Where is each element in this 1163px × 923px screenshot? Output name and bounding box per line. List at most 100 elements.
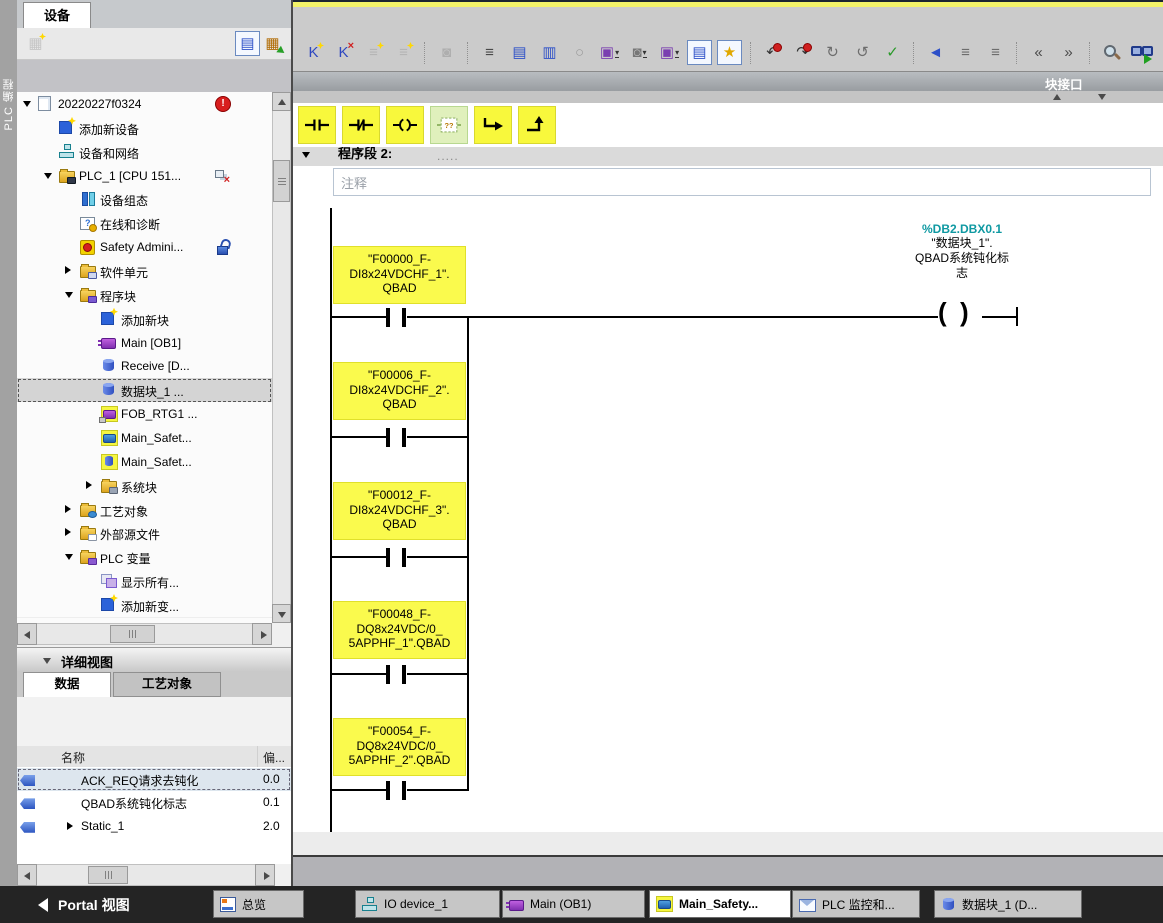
detail-row-1[interactable]: QBAD系统钝化标志0.1 — [17, 791, 291, 814]
tree-item-14[interactable]: Main_Safet... — [17, 426, 272, 451]
tree-item-9[interactable]: 添加新块 — [17, 307, 272, 332]
coil-operand-label[interactable]: %DB2.DBX0.1 "数据块_1". QBAD系统钝化标 志 — [863, 222, 1061, 281]
consistency-check-icon[interactable]: ✓ — [880, 40, 905, 65]
tree-vertical-scroll-thumb[interactable] — [273, 160, 290, 202]
tree-expander-icon[interactable] — [65, 266, 71, 274]
delete-network-icon[interactable]: K× — [331, 40, 356, 65]
taskbar-item-3[interactable]: Main_Safety... — [649, 890, 791, 918]
details-view-toggle-icon[interactable]: ▤ — [235, 31, 260, 56]
favorite-close-branch-button[interactable] — [518, 106, 556, 144]
tree-item-3[interactable]: PLC_1 [CPU 151... — [17, 164, 272, 189]
insert-row-icon[interactable]: ≡ — [361, 40, 386, 65]
block-interface-bar[interactable]: 块接口 — [293, 71, 1163, 92]
detail-row-2[interactable]: Static_12.0 — [17, 815, 291, 838]
tree-horizontal-scroll-thumb[interactable] — [110, 625, 155, 643]
row-expander-icon[interactable] — [67, 822, 73, 830]
tree-item-7[interactable]: 软件单元 — [17, 259, 272, 284]
contact-symbol[interactable] — [402, 548, 406, 567]
taskbar-item-0[interactable]: 总览 — [213, 890, 304, 918]
contact-symbol[interactable] — [402, 781, 406, 800]
favorite-empty-box-button[interactable]: ?? — [430, 106, 468, 144]
show-symbolic-operands-icon[interactable]: ▣▾ — [657, 40, 682, 65]
call-structure-icon[interactable]: ≡ — [953, 40, 978, 65]
tree-item-13[interactable]: FOB_RTG1 ... — [17, 402, 272, 427]
tree-item-18[interactable]: 外部源文件 — [17, 521, 272, 546]
keep-actual-values-icon[interactable]: ◙ — [434, 40, 459, 65]
tree-item-19[interactable]: PLC 变量 — [17, 545, 272, 570]
module-labeling-export-icon[interactable]: ▦ — [260, 31, 285, 56]
tree-item-0[interactable]: 20220227f0324! — [17, 92, 272, 117]
contact-symbol[interactable] — [402, 428, 406, 447]
splitter-up-icon[interactable] — [1053, 94, 1061, 100]
tree-item-17[interactable]: 工艺对象 — [17, 498, 272, 523]
tree-item-5[interactable]: 在线和诊断 — [17, 211, 272, 236]
taskbar-item-4[interactable]: PLC 监控和... — [792, 890, 920, 918]
show-absolute-operands-icon[interactable]: ▣▾ — [597, 40, 622, 65]
favorite-nc-contact-button[interactable] — [342, 106, 380, 144]
contact-symbol[interactable] — [386, 665, 390, 684]
go-to-next-error-icon[interactable]: ↷ — [790, 40, 815, 65]
portal-view-button[interactable]: Portal 视图 — [58, 895, 130, 915]
tree-item-8[interactable]: 程序块 — [17, 283, 272, 308]
tree-expander-icon[interactable] — [23, 101, 31, 107]
taskbar-item-5[interactable]: 数据块_1 (D... — [934, 890, 1082, 918]
operand-box-1[interactable]: "F00006_F- DI8x24VDCHF_2". QBAD — [333, 362, 466, 420]
tree-expander-icon[interactable] — [65, 292, 73, 298]
tree-item-20[interactable]: 显示所有... — [17, 569, 272, 594]
contact-symbol[interactable] — [402, 308, 406, 327]
show-favorites-icon[interactable]: ▤ — [687, 40, 712, 65]
insert-network-icon[interactable]: K — [301, 40, 326, 65]
network-collapse-icon[interactable] — [302, 152, 310, 158]
tree-scroll-down-button[interactable] — [272, 604, 291, 623]
expand-all-networks-icon[interactable]: ≡ — [477, 40, 502, 65]
navigate-backward-icon[interactable]: « — [1026, 40, 1051, 65]
show-comments-icon[interactable]: ○ — [567, 40, 592, 65]
tree-item-12[interactable]: 数据块_1 ... — [17, 378, 272, 403]
taskbar-item-1[interactable]: IO device_1 — [355, 890, 500, 918]
tree-item-21[interactable]: 添加新变... — [17, 593, 272, 618]
tree-expander-icon[interactable] — [44, 173, 52, 179]
tree-expander-icon[interactable] — [86, 481, 92, 489]
network-comment-box[interactable] — [333, 168, 1151, 196]
synchronize-block-icon[interactable]: ↺ — [850, 40, 875, 65]
contact-symbol[interactable] — [386, 308, 390, 327]
insert-column-icon[interactable]: ≡ — [391, 40, 416, 65]
tree-scroll-up-button[interactable] — [272, 92, 291, 111]
edit-favorites-icon[interactable]: ★ — [717, 40, 742, 65]
monitoring-glasses-icon[interactable] — [1129, 40, 1154, 65]
contact-symbol[interactable] — [386, 781, 390, 800]
find-replace-icon[interactable] — [1099, 40, 1124, 65]
coil-symbol[interactable]: ( — [938, 299, 947, 325]
tab-devices[interactable]: 设备 — [23, 2, 91, 29]
operand-box-0[interactable]: "F00000_F- DI8x24VDCHF_1". QBAD — [333, 246, 466, 304]
detail-scroll-left-button[interactable] — [17, 864, 37, 886]
tree-item-2[interactable]: 设备和网络 — [17, 140, 272, 165]
tree-item-15[interactable]: Main_Safet... — [17, 450, 272, 475]
contact-symbol[interactable] — [386, 428, 390, 447]
tree-item-10[interactable]: Main [OB1] — [17, 331, 272, 356]
tree-item-11[interactable]: Receive [D... — [17, 354, 272, 379]
detail-row-0[interactable]: ACK_REQ请求去钝化0.0 — [17, 768, 291, 791]
tab-data[interactable]: 数据 — [23, 672, 111, 697]
operand-box-4[interactable]: "F00054_F- DQ8x24VDC/0_ 5APPHF_2".QBAD — [333, 718, 466, 776]
tab-technology-objects[interactable]: 工艺对象 — [113, 672, 221, 697]
operand-box-2[interactable]: "F00012_F- DI8x24VDCHF_3". QBAD — [333, 482, 466, 540]
column-offset[interactable]: 偏... — [263, 749, 285, 766]
tree-expander-icon[interactable] — [65, 554, 73, 560]
show-operand-comments-icon[interactable]: ◙▾ — [627, 40, 652, 65]
detail-scroll-right-button[interactable] — [255, 864, 275, 886]
tree-scroll-left-button[interactable] — [17, 623, 37, 645]
favorite-open-branch-button[interactable] — [474, 106, 512, 144]
go-to-previous-error-icon[interactable]: ↶ — [760, 40, 785, 65]
open-all-networks-icon[interactable]: ▤ — [507, 40, 532, 65]
tree-scroll-right-button[interactable] — [252, 623, 272, 645]
favorite-coil-button[interactable] — [386, 106, 424, 144]
go-to-definition-icon[interactable]: ◄ — [923, 40, 948, 65]
tree-item-16[interactable]: 系统块 — [17, 474, 272, 499]
detail-horizontal-scrollbar[interactable] — [17, 864, 275, 886]
taskbar-item-2[interactable]: Main (OB1) — [502, 890, 645, 918]
column-name[interactable]: 名称 — [61, 749, 85, 766]
coil-symbol-close[interactable]: ) — [960, 299, 969, 325]
navigate-forward-icon[interactable]: » — [1056, 40, 1081, 65]
tree-item-1[interactable]: 添加新设备 — [17, 116, 272, 141]
